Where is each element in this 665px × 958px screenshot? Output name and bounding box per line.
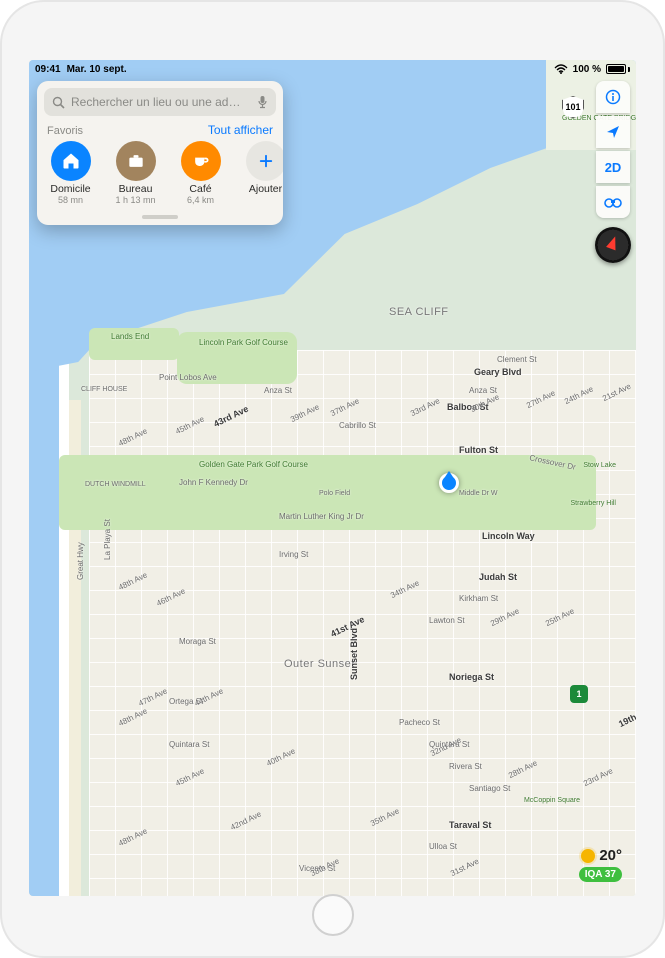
favorite-sub: 1 h 13 mn [115,196,155,206]
compass-needle-icon [606,234,620,250]
favorites-show-all[interactable]: Tout afficher [208,123,273,137]
info-icon [605,89,621,105]
dictation-icon[interactable] [257,95,268,109]
favorite-label: Bureau [119,184,153,196]
locate-me-button[interactable] [596,116,630,148]
favorites-row: Domicile 58 mn Bureau 1 h 13 mn Café 6,4… [37,141,283,213]
search-field-container[interactable] [44,88,276,116]
favorite-work[interactable]: Bureau 1 h 13 mn [108,141,163,205]
coffee-icon [181,141,221,181]
home-icon [51,141,91,181]
favorite-label: Café [189,184,211,196]
search-card: Favoris Tout afficher Domicile 58 mn Bur… [37,81,283,225]
battery-icon [606,64,630,74]
search-icon [52,96,65,109]
look-around-button[interactable] [596,186,630,218]
aqi-badge: IQA 37 [579,867,622,882]
map-mode-label: 2D [605,160,622,175]
map-mode-button[interactable]: 2D [596,151,630,183]
favorite-sub: 6,4 km [187,196,214,206]
weather-widget[interactable]: 20° IQA 37 [579,847,622,882]
ipad-frame: 09:41 Mar. 10 sept. 100 % 101 1 [0,0,665,958]
search-input[interactable] [71,95,251,109]
map-info-button[interactable] [596,81,630,113]
home-button[interactable] [312,894,354,936]
binoculars-icon [604,196,622,208]
wifi-icon [554,64,568,74]
status-time: 09:41 [35,64,61,75]
temperature: 20° [599,847,622,864]
battery-pct: 100 % [573,64,601,75]
favorite-label: Domicile [50,184,90,196]
favorites-heading: Favoris [47,125,83,137]
screen: 09:41 Mar. 10 sept. 100 % 101 1 [29,60,636,896]
briefcase-icon [116,141,156,181]
favorite-add[interactable]: Ajouter [238,141,283,205]
favorite-cafe[interactable]: Café 6,4 km [173,141,228,205]
status-bar: 09:41 Mar. 10 sept. 100 % [29,60,636,78]
favorite-home[interactable]: Domicile 58 mn [43,141,98,205]
location-arrow-icon [605,124,621,140]
favorite-sub: 58 mn [58,196,83,206]
route-shield-101: 101 [562,96,584,118]
card-grabber[interactable] [142,215,178,219]
compass-button[interactable] [595,227,631,263]
status-date: Mar. 10 sept. [67,64,127,75]
sun-icon [581,849,595,863]
map-controls: 2D [596,81,630,263]
route-shield-ca1: 1 [570,685,588,703]
area-sea-cliff: SEA CLIFF [389,306,449,318]
plus-icon [246,141,284,181]
current-location-marker[interactable] [439,473,459,493]
favorite-label: Ajouter [249,184,282,196]
